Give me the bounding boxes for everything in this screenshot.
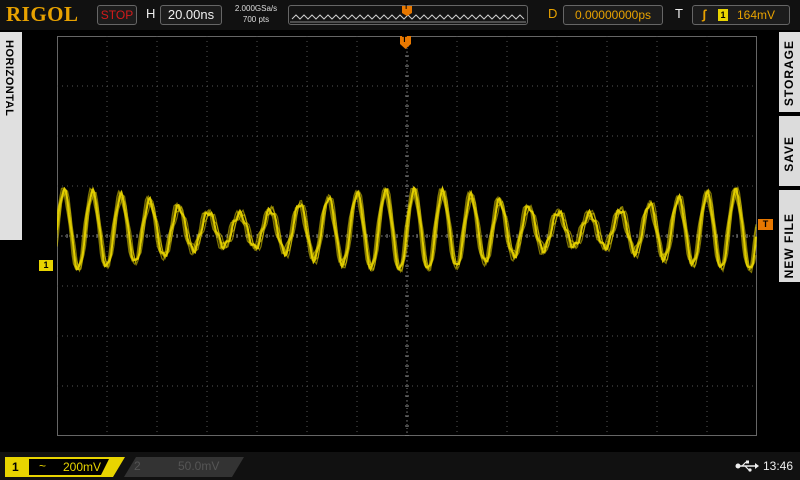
trigger-settings[interactable]: ʃ 1 164mV: [692, 5, 790, 25]
usb-icon: [735, 460, 759, 472]
memory-trigger-marker: T: [404, 4, 409, 11]
delay-label: D: [548, 6, 558, 21]
new-file-label: NEW FILE: [782, 212, 796, 278]
delay-readout[interactable]: 0.00000000ps: [563, 5, 663, 25]
clock: 13:46: [763, 459, 794, 473]
acquisition-info: 2.000GSa/s 700 pts: [229, 3, 283, 25]
sample-rate: 2.000GSa/s: [234, 4, 278, 13]
trigger-source-badge: 1: [718, 9, 728, 21]
horizontal-menu-tab[interactable]: HORIZONTAL: [0, 32, 22, 240]
ch1-vertical-scale: 200mV: [63, 460, 102, 474]
memory-overview-bar[interactable]: T: [288, 4, 528, 25]
horizontal-menu-label: HORIZONTAL: [3, 40, 15, 117]
ch1-status[interactable]: 1 ~ 200mV: [5, 457, 125, 477]
channel-status-bar: 1 ~ 200mV 2 50.0mV 13:46: [0, 452, 800, 480]
rising-edge-icon: ʃ: [702, 7, 707, 22]
storage-softkey[interactable]: STORAGE: [779, 32, 800, 112]
run-stop-indicator[interactable]: STOP: [97, 5, 137, 25]
trigger-position-label: T: [402, 35, 407, 44]
softkey-menu: STORAGE SAVE NEW FILE: [779, 32, 800, 452]
save-label: SAVE: [782, 136, 796, 172]
storage-label: STORAGE: [782, 39, 796, 106]
save-softkey[interactable]: SAVE: [779, 116, 800, 186]
ch1-offset-marker[interactable]: 1: [39, 260, 53, 271]
new-file-softkey[interactable]: NEW FILE: [779, 190, 800, 282]
ch1-number: 1: [12, 460, 19, 474]
trigger-position-marker[interactable]: T: [400, 35, 411, 50]
ac-coupling-icon: ~: [39, 459, 47, 473]
ch2-number: 2: [134, 459, 141, 473]
trigger-level-marker[interactable]: T: [758, 219, 773, 230]
horizontal-label: H: [146, 6, 156, 21]
memory-depth: 700 pts: [242, 15, 270, 24]
ch1-settings: ~ 200mV: [29, 459, 109, 475]
brand-logo: RIGOL: [6, 2, 79, 26]
timebase-readout[interactable]: 20.00ns: [160, 5, 222, 25]
ch2-vertical-scale: 50.0mV: [178, 459, 220, 473]
top-status-bar: RIGOL STOP H 20.00ns 2.000GSa/s 700 pts …: [0, 0, 800, 30]
trigger-level-readout: 164mV: [737, 8, 776, 22]
trigger-label: T: [675, 6, 683, 21]
waveform-grid[interactable]: [57, 36, 757, 436]
